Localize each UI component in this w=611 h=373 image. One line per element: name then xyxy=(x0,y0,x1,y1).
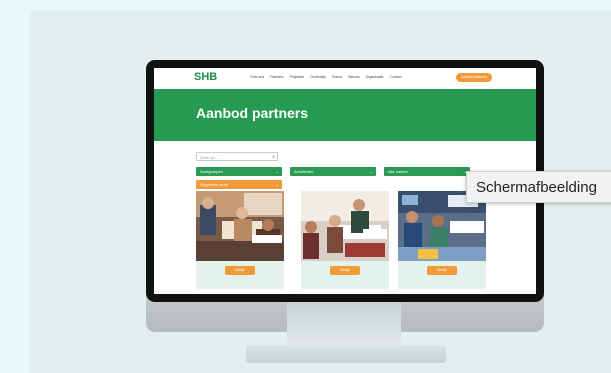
nav-item[interactable]: Projecten xyxy=(289,75,304,79)
nav-item[interactable]: Nieuws xyxy=(348,75,359,79)
chevron-down-icon: ⌄ xyxy=(369,169,373,174)
search-icon[interactable]: ⌕ xyxy=(272,153,275,162)
hero-banner: Aanbod partners xyxy=(154,89,536,141)
filter-dropdown-orange[interactable]: Begeleide route ⌄ xyxy=(196,180,282,189)
website-nav: SHB Over ons Partners Projecten Onderwij… xyxy=(154,68,536,89)
nav-item[interactable]: Onderwijs xyxy=(310,75,326,79)
partner-card[interactable]: Bekijk xyxy=(301,191,389,289)
search-input[interactable]: Zoek op... ⌕ xyxy=(196,152,278,161)
card-photo xyxy=(301,191,389,261)
filter-label: Begeleide route xyxy=(200,182,229,187)
nav-links: Over ons Partners Projecten Onderwijs Te… xyxy=(250,75,402,79)
filter-dropdown-1[interactable]: Doelgroepen ⌄ xyxy=(196,167,282,176)
card-button[interactable]: Bekijk xyxy=(427,266,457,275)
search-placeholder: Zoek op... xyxy=(200,155,218,160)
card-button[interactable]: Bekijk xyxy=(225,266,255,275)
filter-label: Doelgroepen xyxy=(200,169,223,174)
chevron-down-icon: ⌄ xyxy=(275,169,279,174)
nav-item[interactable]: Organisatie xyxy=(366,75,384,79)
partner-card[interactable]: Bekijk xyxy=(196,191,284,289)
nav-item[interactable]: Contact xyxy=(390,75,402,79)
monitor-stand-neck xyxy=(287,302,401,347)
nav-cta-button[interactable]: Aanbod partners xyxy=(456,73,492,82)
filter-dropdown-3[interactable]: Alle kanten⌄ xyxy=(384,167,470,176)
filter-label: Alle kanten xyxy=(388,169,408,174)
partner-card[interactable]: Bekijk xyxy=(398,191,486,289)
filter-label: Activiteiten xyxy=(294,169,314,174)
filter-dropdown-2[interactable]: Activiteiten ⌄ xyxy=(290,167,376,176)
tooltip: Schermafbeelding xyxy=(466,171,611,203)
card-button[interactable]: Bekijk xyxy=(330,266,360,275)
monitor-stand-base xyxy=(246,345,446,363)
nav-item[interactable]: Partners xyxy=(270,75,283,79)
site-logo[interactable]: SHB xyxy=(194,71,217,83)
nav-item[interactable]: Over ons xyxy=(250,75,264,79)
nav-item[interactable]: Teams xyxy=(332,75,342,79)
hero-title: Aanbod partners xyxy=(196,105,309,121)
card-photo xyxy=(196,191,284,261)
chevron-down-icon: ⌄ xyxy=(275,182,279,187)
